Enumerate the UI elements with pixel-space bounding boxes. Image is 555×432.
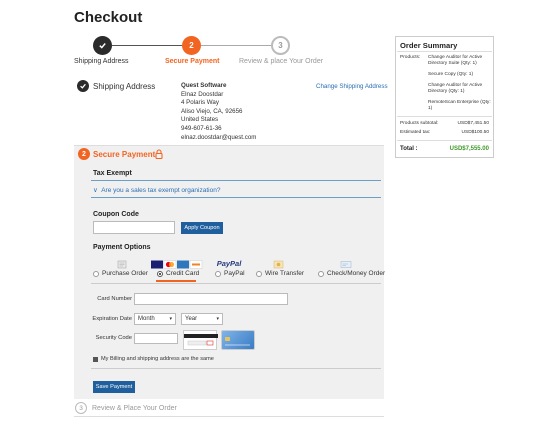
divider (397, 140, 492, 141)
same-address-checkbox-row[interactable]: My Billing and shipping address are the … (93, 356, 214, 362)
change-shipping-address-link[interactable]: Change Shipping Address (316, 83, 388, 90)
product-item: Change Auditor for Active Directory Suit… (428, 55, 483, 66)
payment-option-credit-card[interactable]: Credit Card (157, 270, 199, 277)
payment-option-paypal[interactable]: PayPal (215, 270, 245, 277)
save-payment-button[interactable]: Save Payment (93, 381, 135, 393)
stepper-line (112, 45, 182, 46)
address-name: Elnaz Doostdar (181, 90, 224, 98)
card-number-label: Card Number (97, 296, 132, 302)
credit-card-logos-icon (151, 260, 203, 269)
step-3-label: Review & place Your Order (239, 58, 324, 65)
payment-option-label: Purchase Order (102, 270, 148, 277)
card-front-icon (221, 330, 255, 350)
shipping-address-heading: Shipping Address (93, 82, 156, 91)
paypal-logo: PayPal (216, 259, 242, 268)
address-company: Quest Software (181, 82, 227, 89)
product-item: Secure Copy (Qty: 1) (428, 72, 474, 77)
product-item: Change Auditor for Active Directory (Qty… (428, 83, 483, 94)
radio-button[interactable] (215, 270, 221, 277)
divider (91, 368, 381, 369)
coupon-code-input[interactable] (93, 221, 175, 234)
divider (91, 197, 381, 198)
divider (74, 416, 384, 417)
subtotal-label: Products subtotal: (400, 121, 439, 126)
payment-step-number: 2 (78, 148, 90, 160)
chevron-down-icon: ▾ (216, 316, 219, 322)
purchase-order-icon (116, 260, 128, 269)
address-street: 4 Polaris Way (181, 99, 219, 107)
expiration-month-select[interactable]: Month ▾ (134, 313, 176, 325)
review-place-order-heading: Review & Place Your Order (92, 405, 177, 412)
step-2-label: Secure Payment (165, 58, 220, 65)
payment-option-purchase-order[interactable]: Purchase Order (93, 270, 148, 277)
secure-payment-heading: Secure Payment (93, 150, 156, 159)
selected-option-indicator (156, 280, 196, 282)
radio-button[interactable] (256, 270, 262, 277)
products-label: Products: (400, 55, 421, 60)
divider (397, 116, 492, 117)
lock-icon (155, 149, 163, 159)
divider (397, 51, 492, 52)
security-code-input[interactable] (134, 333, 178, 344)
expiration-year-select[interactable]: Year ▾ (181, 313, 223, 325)
tax-exempt-question: Are you a sales tax exempt organization? (101, 187, 221, 194)
address-phone: 949-607-61-36 (181, 124, 222, 132)
radio-button-selected[interactable] (157, 270, 163, 277)
address-city: Aliso Viejo, CA, 92656 (181, 107, 243, 115)
estimated-tax-label: Estimated tax: (400, 130, 431, 135)
shipping-address-block: Quest Software Elnaz Doostdar 4 Polaris … (181, 82, 256, 142)
security-code-label: Security Code (95, 335, 132, 341)
apply-coupon-button[interactable]: Apply Coupon (181, 222, 223, 234)
payment-option-check-money-order[interactable]: Check/Money Order (318, 270, 385, 277)
order-summary-heading: Order Summary (400, 41, 458, 50)
shipping-complete-check-icon (77, 80, 89, 92)
page-title: Checkout (74, 9, 143, 26)
divider (91, 180, 381, 181)
step-3-indicator: 3 (271, 36, 290, 55)
stepper-line (201, 45, 271, 46)
coupon-code-heading: Coupon Code (93, 211, 139, 218)
step-1-label[interactable]: Shipping Address (74, 58, 128, 65)
tax-exempt-heading: Tax Exempt (93, 170, 132, 177)
expiration-date-label: Expiration Date (92, 316, 132, 322)
total-label: Total : (400, 146, 418, 152)
card-back-cvv-icon (183, 330, 218, 350)
year-select-value: Year (185, 316, 198, 322)
same-address-label: My Billing and shipping address are the … (101, 356, 214, 362)
payment-option-wire-transfer[interactable]: Wire Transfer (256, 270, 304, 277)
address-email: elnaz.doostdar@quest.com (181, 133, 257, 141)
step-1-check-icon[interactable] (93, 36, 112, 55)
review-step-number: 3 (75, 402, 87, 414)
divider (91, 283, 381, 284)
payment-option-label: Check/Money Order (327, 270, 386, 277)
same-address-checkbox[interactable] (93, 356, 98, 362)
payment-option-label: Credit Card (166, 270, 200, 277)
payment-option-label: Wire Transfer (265, 270, 305, 277)
subtotal-value: USD$7,451.50 (457, 121, 489, 126)
address-country: United States (181, 116, 219, 124)
month-select-value: Month (138, 316, 155, 322)
payment-options-heading: Payment Options (93, 244, 151, 251)
chevron-down-icon: ▾ (169, 316, 172, 322)
step-2-indicator: 2 (182, 36, 201, 55)
chevron-down-icon: ∨ (93, 187, 98, 194)
check-money-order-icon (339, 260, 353, 269)
wire-transfer-icon (272, 260, 284, 269)
total-value: USD$7,555.00 (449, 146, 489, 152)
payment-option-label: PayPal (224, 270, 245, 277)
product-item: RemoteScan Enterprise (Qty: 1) (428, 100, 491, 111)
radio-button[interactable] (93, 270, 99, 277)
radio-button[interactable] (318, 270, 324, 277)
tax-exempt-toggle[interactable]: ∨ Are you a sales tax exempt organizatio… (93, 186, 220, 194)
card-number-input[interactable] (134, 293, 288, 305)
estimated-tax-value: USD$100.50 (461, 130, 489, 135)
